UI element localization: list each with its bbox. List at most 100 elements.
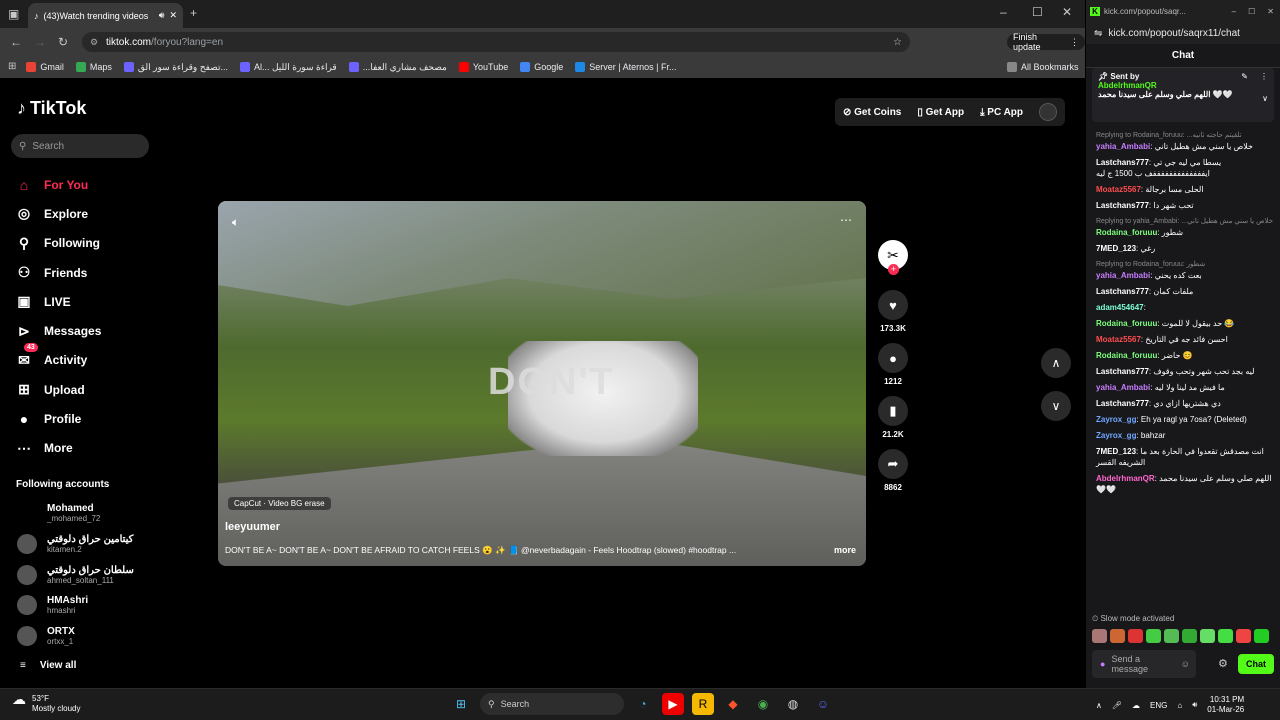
tray-mic-icon[interactable]: 🎤︎ xyxy=(1112,701,1122,710)
chrome-icon[interactable]: ◉ xyxy=(752,693,774,715)
chat-message[interactable]: Replying to Rodaina_foruuu: شطور yahia_Am… xyxy=(1096,259,1274,281)
chat-username[interactable]: AbdelrhmanQR xyxy=(1096,474,1155,483)
chat-username[interactable]: Moataz5567 xyxy=(1096,335,1141,344)
chat-message[interactable]: 7MED_123: رغي xyxy=(1096,243,1274,254)
chat-settings-icon[interactable]: ⚙ xyxy=(1218,657,1228,670)
following-account[interactable]: سلطان حراق دلوقتي ahmed_soltan_111 xyxy=(17,565,134,585)
chat-username[interactable]: Lastchans777 xyxy=(1096,399,1149,408)
kick-maximize-icon[interactable]: ☐ xyxy=(1248,7,1255,16)
kick-close-icon[interactable]: ✕ xyxy=(1267,7,1274,16)
chat-message[interactable]: Lastchans777: تحب شهر دا xyxy=(1096,200,1274,211)
network-icon[interactable]: ⌂ xyxy=(1177,701,1182,710)
sidebar-item-activity[interactable]: ✉ 43 Activity xyxy=(16,342,156,375)
forward-icon[interactable]: → xyxy=(34,36,46,48)
chat-message[interactable]: Rodaina_foruuu: حاضر 😊 xyxy=(1096,350,1274,361)
chat-username[interactable]: Lastchans777 xyxy=(1096,287,1149,296)
get-coins-button[interactable]: ⊘ Get Coins xyxy=(843,107,901,118)
chat-username[interactable]: Zayrox_gg xyxy=(1096,415,1136,424)
tray-cloud-icon[interactable]: ☁ xyxy=(1132,701,1140,710)
emote-8[interactable] xyxy=(1218,629,1233,643)
reload-icon[interactable]: ↻ xyxy=(58,36,68,48)
chat-message[interactable]: Lastchans777: ملفات كمان xyxy=(1096,286,1274,297)
chat-message[interactable]: Zayrox_gg: Eh ya ragl ya 7osa? (Deleted) xyxy=(1096,414,1274,425)
following-account[interactable]: Mohamed _mohamed_72 xyxy=(17,503,100,523)
follow-plus-icon[interactable]: + xyxy=(888,264,899,275)
emoji-icon[interactable]: ☺ xyxy=(1181,659,1190,669)
emote-4[interactable] xyxy=(1146,629,1161,643)
kick-url-bar[interactable]: ⇋ kick.com/popout/saqrx11/chat xyxy=(1086,22,1280,44)
chat-message[interactable]: Rodaina_foruuu: حد بيقول لا للموت 😂 xyxy=(1096,318,1274,329)
rockstar-icon[interactable]: R xyxy=(692,693,714,715)
chat-message[interactable]: Lastchans777: ليه بجد تحب شهر وتحب وقوف xyxy=(1096,366,1274,377)
bookmark-button[interactable]: ▮ xyxy=(878,396,908,426)
kebab-menu-icon[interactable]: ⋮ xyxy=(1070,37,1079,48)
pinned-message[interactable]: 📌︎ Sent by AbdelrhmanQR اللهم صلي وسلم ع… xyxy=(1092,68,1274,122)
view-all-link[interactable]: ≡ View all xyxy=(20,660,76,671)
chat-message[interactable]: 7MED_123: انت مصدقش تقعدوا في الحارة بعد… xyxy=(1096,446,1274,468)
volume-icon[interactable]: 🔈︎ xyxy=(232,215,239,230)
chat-username[interactable]: adam454647 xyxy=(1096,303,1144,312)
capcut-tag[interactable]: CapCut · Video BG erase xyxy=(228,497,331,510)
windows-start-icon[interactable]: ⊞ xyxy=(450,693,472,715)
edge-icon[interactable]: ◔ xyxy=(632,693,654,715)
discord-icon[interactable]: ☺ xyxy=(812,693,834,715)
chat-username[interactable]: yahia_Ambabi xyxy=(1096,271,1150,280)
video-player[interactable]: DON'T 🔈︎ ⋯ CapCut · Video BG erase leeyu… xyxy=(218,201,866,566)
bookmark-item[interactable]: Google xyxy=(520,62,563,73)
chat-message[interactable]: Zayrox_gg: bahzar xyxy=(1096,430,1274,441)
weather-widget[interactable]: ☁ 53°F Mostly cloudy xyxy=(12,692,80,714)
emote-6[interactable] xyxy=(1182,629,1197,643)
sidebar-item-explore[interactable]: ◎ Explore xyxy=(16,199,156,228)
chat-username[interactable]: Rodaina_foruuu xyxy=(1096,228,1157,237)
chat-message[interactable]: yahia_Ambabi: ما فيش مد لينا ولا ليه xyxy=(1096,382,1274,393)
bookmark-item[interactable]: YouTube xyxy=(458,62,508,73)
emote-2[interactable] xyxy=(1110,629,1125,643)
pc-app-button[interactable]: ⤓ PC App xyxy=(980,107,1023,118)
sidebar-item-more[interactable]: ⋯ More xyxy=(16,434,156,463)
following-account[interactable]: كيتامين حراق دلوقتي kitamen.2 xyxy=(17,534,133,554)
site-info-icon[interactable]: ⚙ xyxy=(90,37,98,48)
close-window-icon[interactable]: ✕ xyxy=(1062,6,1072,18)
bookmark-item[interactable]: Gmail xyxy=(26,62,64,73)
chat-username[interactable]: Rodaina_foruuu xyxy=(1096,351,1157,360)
speaker-icon[interactable]: 🔊︎ xyxy=(159,10,165,21)
sidebar-item-for-you[interactable]: ⌂ For You xyxy=(16,170,156,199)
video-more-icon[interactable]: ⋯ xyxy=(840,213,852,227)
following-account[interactable]: ORTX ortxx_1 xyxy=(17,626,75,646)
video-author[interactable]: leeyuumer xyxy=(225,521,280,533)
sidebar-item-messages[interactable]: ⊳ Messages xyxy=(16,316,156,345)
chat-username[interactable]: Lastchans777 xyxy=(1096,158,1149,167)
kick-minimize-icon[interactable]: – xyxy=(1232,7,1236,16)
comment-button[interactable]: ● xyxy=(878,343,908,373)
pinned-more-icon[interactable]: ⋮ xyxy=(1260,72,1268,81)
chat-username[interactable]: 7MED_123 xyxy=(1096,244,1136,253)
heart-button[interactable]: ♥ xyxy=(878,290,908,320)
video-more-link[interactable]: more xyxy=(834,545,856,555)
sidebar-item-following[interactable]: ⚲ Following xyxy=(16,229,156,258)
scroll-up-button[interactable]: ∧ xyxy=(1041,348,1071,378)
bookmark-item[interactable]: تصفح وقراءة سور الق... xyxy=(123,62,228,73)
address-bar[interactable]: ⚙ tiktok.com/foryou?lang=en ☆ xyxy=(82,32,910,52)
profile-avatar[interactable] xyxy=(1038,103,1057,121)
send-message-input[interactable]: ● Send a message ☺ xyxy=(1092,650,1196,678)
emote-7[interactable] xyxy=(1200,629,1215,643)
tray-chevron-icon[interactable]: ∧ xyxy=(1096,701,1102,710)
chat-username[interactable]: Rodaina_foruuu xyxy=(1096,319,1157,328)
bookmark-item[interactable]: Server | Aternos | Fr... xyxy=(575,62,676,73)
chat-message[interactable]: adam454647: xyxy=(1096,302,1274,313)
send-chat-button[interactable]: Chat xyxy=(1238,654,1274,674)
bookmark-item[interactable]: Al... قراءة سورة الليل xyxy=(239,62,337,73)
chat-message[interactable]: Replying to yahia_Ambabi: ...خلاص يا سني… xyxy=(1096,216,1274,238)
tiktok-logo[interactable]: ♪ TikTok xyxy=(17,98,86,119)
emote-9[interactable] xyxy=(1236,629,1251,643)
chat-username[interactable]: Zayrox_gg xyxy=(1096,431,1136,440)
pinned-collapse-icon[interactable]: ∨ xyxy=(1262,94,1268,103)
sidebar-item-friends[interactable]: ⚇ Friends xyxy=(16,258,156,287)
apps-icon[interactable]: ⊞ xyxy=(8,62,16,72)
emote-5[interactable] xyxy=(1164,629,1179,643)
obs-icon[interactable]: ◍ xyxy=(782,693,804,715)
chat-username[interactable]: 7MED_123 xyxy=(1096,447,1136,456)
tab-tiktok[interactable]: ♪ (43)Watch trending videos 🔊︎ ✕ xyxy=(28,3,183,28)
bookmark-item[interactable]: Maps xyxy=(75,62,112,73)
following-account[interactable]: HMAshri hmashri xyxy=(17,595,88,615)
